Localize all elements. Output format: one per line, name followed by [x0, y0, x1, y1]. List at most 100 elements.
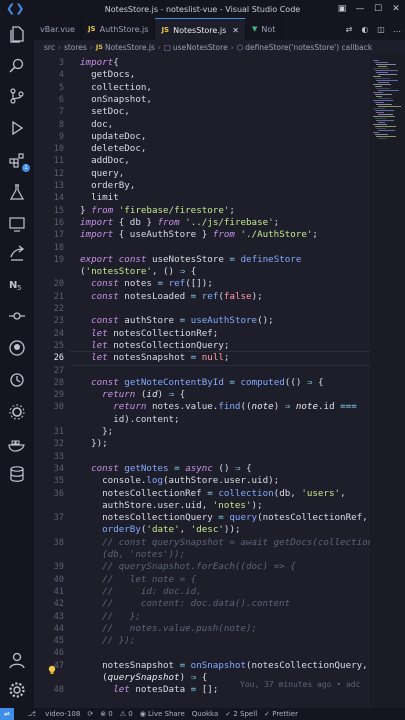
code-line[interactable]: doc,	[80, 119, 113, 130]
extensions-icon[interactable]: 1	[6, 150, 30, 172]
code-line[interactable]: collection,	[80, 82, 152, 93]
close-tab-icon[interactable]: ✕	[232, 26, 239, 35]
minimize-button[interactable]: —	[351, 0, 369, 18]
code-line[interactable]: (db, 'notes'));	[80, 549, 185, 560]
breadcrumb-item[interactable]: defineStore('notesStore') callback	[245, 43, 372, 52]
minimap[interactable]	[370, 54, 405, 708]
npm-scripts-icon[interactable]: N5	[6, 274, 28, 294]
code-line[interactable]: const getNoteContentById = computed(() ⇒…	[80, 377, 323, 388]
code-line[interactable]: const notesLoaded = ref(false);	[80, 291, 263, 302]
code-line[interactable]: authStore.user.uid, 'notes');	[80, 500, 262, 511]
code-line[interactable]: orderBy,	[80, 180, 135, 191]
code-line[interactable]: return notes.value.find((note) ⇒ note.id…	[80, 401, 357, 412]
github-icon[interactable]	[6, 338, 28, 358]
code-line[interactable]: orderBy('date', 'desc'));	[80, 524, 240, 535]
docker-icon[interactable]	[6, 434, 28, 454]
code-line[interactable]: addDoc,	[80, 155, 130, 166]
tab-authstore[interactable]: JS AuthStore.js	[82, 18, 156, 40]
database-icon[interactable]	[6, 464, 28, 484]
code-token: ref	[201, 290, 219, 302]
code-line[interactable]: // const querySnapshot = await getDocs(c…	[80, 537, 370, 548]
code-line[interactable]: let notesCollectionQuery;	[80, 340, 229, 351]
remote-explorer-icon[interactable]	[6, 214, 28, 234]
more-actions-icon[interactable]: …	[389, 25, 405, 34]
layout-toggle-icon[interactable]: ▣	[333, 0, 351, 18]
code-line[interactable]: limit	[80, 192, 119, 203]
breadcrumb-item[interactable]: useNotesStore	[173, 43, 228, 52]
gitlens-icon[interactable]	[6, 306, 28, 326]
errors-indicator[interactable]: ⊗ 0	[100, 710, 113, 718]
live-share-button[interactable]: ◉ Live Share	[140, 710, 185, 718]
code-line[interactable]: const authStore = useAuthStore();	[80, 315, 274, 326]
code-line[interactable]: let notesData = [];	[80, 684, 218, 695]
code-line[interactable]: updateDoc,	[80, 131, 146, 142]
warnings-indicator[interactable]: ⚠ 0	[120, 710, 133, 718]
tab-notes-partial[interactable]: ▼ Not	[246, 18, 283, 40]
code-line[interactable]: let notesCollectionRef;	[80, 328, 218, 339]
code-line[interactable]: setDoc,	[80, 106, 130, 117]
minimap-line	[376, 128, 386, 129]
code-editor[interactable]: 3 import{4 getDocs, 5 collection, 6 onSnaps…	[34, 54, 370, 708]
code-line[interactable]: import { db } from '../js/firebase';	[80, 217, 279, 228]
branch-indicator[interactable]: ⎇ video-108	[21, 710, 80, 718]
code-line[interactable]: import{	[80, 57, 119, 68]
prettier-indicator[interactable]: ✓ Prettier	[264, 710, 298, 718]
code-line[interactable]: const notes = ref([]);	[80, 278, 213, 289]
breadcrumb-item[interactable]: src	[44, 43, 55, 52]
tab-navbar[interactable]: vBar.vue	[34, 18, 82, 40]
code-line[interactable]: // notes.value.push(note);	[80, 623, 257, 634]
timeline-icon[interactable]	[6, 370, 28, 390]
manage-gear-icon[interactable]	[6, 680, 28, 700]
code-line[interactable]: // querySnapshot.forEach((doc) => {	[80, 561, 296, 572]
code-line[interactable]: // id: doc.id,	[80, 586, 202, 597]
run-debug-icon[interactable]	[6, 118, 28, 138]
settings-sync-icon[interactable]	[6, 402, 28, 422]
code-line[interactable]: notesSnapshot = onSnapshot(notesCollecti…	[80, 660, 368, 671]
accounts-icon[interactable]	[6, 650, 28, 670]
lightbulb-icon[interactable]	[47, 665, 57, 675]
breadcrumb-item[interactable]: NotesStore.js	[105, 43, 155, 52]
code-line[interactable]: (querySnapshot) ⇒ {	[80, 672, 207, 683]
open-changes-icon[interactable]: ⇄	[341, 25, 357, 34]
explorer-icon[interactable]	[6, 24, 28, 44]
line-number: 38	[53, 537, 64, 548]
code-line[interactable]: console.log(authStore.user.uid);	[80, 475, 279, 486]
code-line[interactable]: query,	[80, 168, 124, 179]
code-token: collection,	[80, 81, 152, 93]
spell-indicator[interactable]: ✓ 2 Spell	[225, 710, 257, 718]
code-line[interactable]: getDocs,	[80, 69, 135, 80]
maximize-button[interactable]: ☐	[369, 0, 387, 18]
split-editor-icon[interactable]: ◫	[373, 25, 389, 34]
minimap-line	[376, 72, 388, 73]
code-line[interactable]: notesCollectionRef = collection(db, 'use…	[80, 488, 345, 499]
code-line[interactable]: onSnapshot,	[80, 94, 152, 105]
code-line[interactable]: };	[80, 426, 113, 437]
search-icon[interactable]	[6, 56, 28, 76]
live-share-icon[interactable]	[6, 244, 28, 264]
code-line[interactable]: const getNotes = async () ⇒ {	[80, 463, 252, 474]
quokka-indicator[interactable]: Quokka	[192, 710, 219, 718]
code-line[interactable]: // });	[80, 635, 135, 646]
sync-icon[interactable]: ⟳	[87, 710, 93, 718]
code-line[interactable]: deleteDoc,	[80, 143, 146, 154]
code-line[interactable]: // let note = {	[80, 574, 196, 585]
tab-notesstore[interactable]: JS NotesStore.js ✕	[155, 18, 246, 40]
code-line[interactable]: // };	[80, 611, 141, 622]
breadcrumb-item[interactable]: stores	[64, 43, 87, 52]
code-line[interactable]: return (id) ⇒ {	[80, 389, 185, 400]
code-line[interactable]: });	[80, 438, 108, 449]
code-line[interactable]: // content: doc.data().content	[80, 598, 290, 609]
code-line[interactable]: } from 'firebase/firestore';	[80, 205, 235, 216]
testing-icon[interactable]	[6, 182, 28, 202]
code-line[interactable]: ('notesStore', () ⇒ {	[80, 266, 196, 277]
compare-icon[interactable]: ◐	[357, 25, 373, 34]
close-window-button[interactable]: ✕	[387, 0, 405, 18]
remote-indicator-icon[interactable]: ⇌	[0, 708, 14, 720]
code-line[interactable]: notesCollectionQuery = query(notesCollec…	[80, 512, 368, 523]
code-line[interactable]: export const useNotesStore = defineStore	[80, 254, 301, 265]
code-line[interactable]: let notesSnapshot = null;	[80, 352, 229, 363]
source-control-icon[interactable]	[6, 86, 28, 106]
code-line[interactable]: id).content;	[80, 414, 179, 425]
code-line[interactable]: import { useAuthStore } from './AuthStor…	[80, 229, 318, 240]
